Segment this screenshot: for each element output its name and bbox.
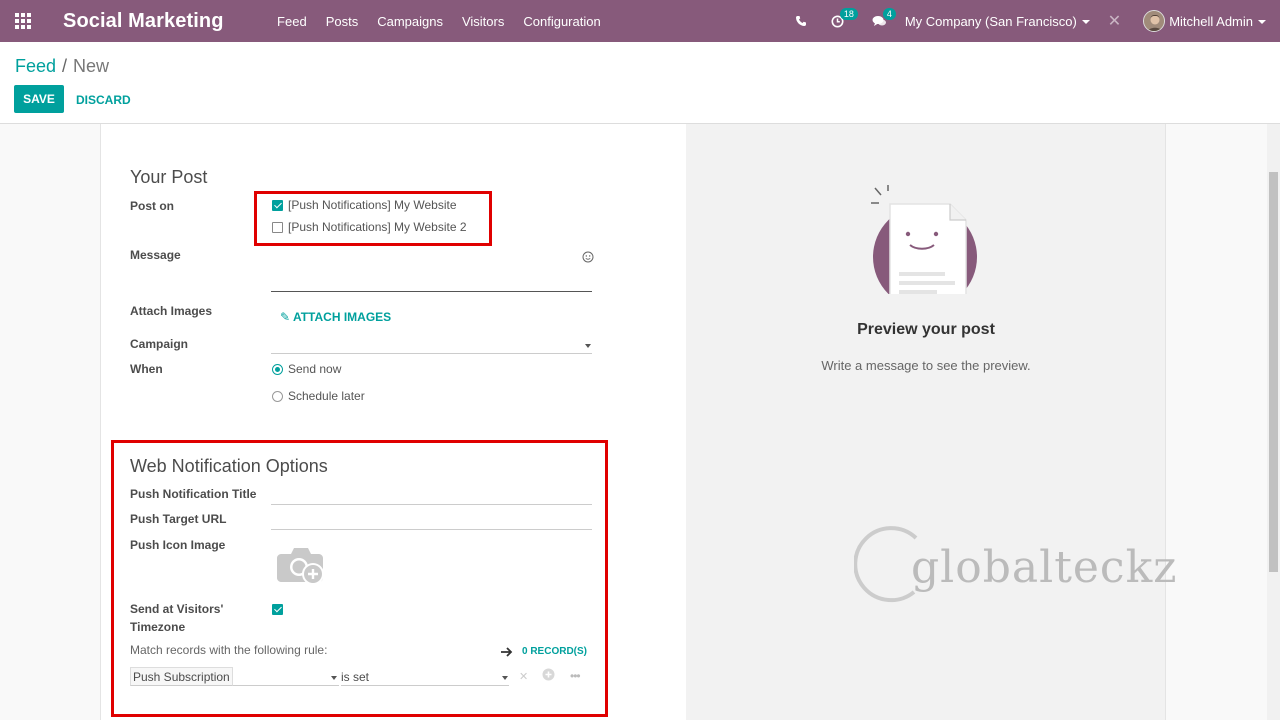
delete-rule-icon[interactable]: ✕ bbox=[519, 670, 528, 683]
push-title-label: Push Notification Title bbox=[130, 487, 257, 501]
schedule-later-label: Schedule later bbox=[288, 389, 365, 403]
menu-item-campaigns[interactable]: Campaigns bbox=[368, 14, 453, 29]
watermark-text: globalteckz bbox=[911, 542, 1178, 593]
push-icon-label: Push Icon Image bbox=[130, 538, 226, 552]
menu-item-posts[interactable]: Posts bbox=[316, 14, 368, 29]
when-label: When bbox=[130, 362, 163, 376]
push-url-label: Push Target URL bbox=[130, 512, 227, 526]
chevron-down-icon bbox=[585, 344, 591, 348]
navbar-systray: 18 4 My Company (San Francisco) ✕ Mitche… bbox=[783, 0, 1280, 42]
main-menu: Feed Posts Campaigns Visitors Configurat… bbox=[268, 14, 611, 29]
campaign-select[interactable] bbox=[271, 336, 592, 354]
message-textarea[interactable] bbox=[271, 244, 592, 292]
rule-operator-select[interactable]: is set bbox=[341, 670, 509, 686]
your-post-title: Your Post bbox=[130, 167, 208, 187]
timezone-label-line1: Send at Visitors' bbox=[130, 602, 224, 616]
arrow-right-icon bbox=[501, 645, 513, 660]
account-checkbox-2[interactable] bbox=[272, 222, 283, 233]
add-rule-icon[interactable] bbox=[542, 668, 555, 684]
menu-item-configuration[interactable]: Configuration bbox=[514, 14, 610, 29]
post-on-label: Post on bbox=[130, 199, 174, 213]
preview-title: Preview your post bbox=[857, 321, 995, 338]
preview-panel: Preview your post Write a message to see… bbox=[686, 124, 1176, 720]
send-now-radio[interactable] bbox=[272, 364, 283, 375]
rule-operator-value: is set bbox=[341, 670, 370, 684]
app-title: Social Marketing bbox=[63, 9, 224, 32]
message-label: Message bbox=[130, 248, 181, 262]
timezone-label-line2: Timezone bbox=[130, 620, 186, 634]
preview-subtitle: Write a message to see the preview. bbox=[821, 358, 1031, 373]
breadcrumb-separator: / bbox=[62, 56, 68, 76]
discard-button[interactable]: DISCARD bbox=[76, 93, 131, 107]
rule-field-dropdown-track bbox=[233, 670, 339, 686]
push-url-input[interactable] bbox=[271, 513, 592, 530]
campaign-label: Campaign bbox=[130, 337, 189, 351]
page-scrollbar[interactable] bbox=[1267, 124, 1280, 720]
push-title-input[interactable] bbox=[271, 488, 592, 505]
attach-images-button[interactable]: ✎ ATTACH IMAGES bbox=[280, 310, 391, 324]
more-options-icon[interactable]: ••• bbox=[570, 669, 581, 683]
records-count-link[interactable]: 0 RECORD(S) bbox=[522, 646, 587, 657]
scrollbar-thumb[interactable] bbox=[1269, 172, 1278, 572]
avatar[interactable] bbox=[1143, 10, 1166, 32]
account-checkbox-1[interactable] bbox=[272, 200, 283, 211]
phone-icon[interactable] bbox=[795, 15, 807, 27]
account-label-1: [Push Notifications] My Website bbox=[288, 198, 457, 212]
menu-item-visitors[interactable]: Visitors bbox=[452, 14, 513, 29]
chevron-down-icon bbox=[502, 676, 508, 680]
breadcrumb-feed-link[interactable]: Feed bbox=[15, 56, 56, 76]
messages-badge: 4 bbox=[882, 7, 896, 20]
chevron-down-icon bbox=[1081, 20, 1090, 25]
attach-images-label: Attach Images bbox=[130, 304, 213, 318]
match-rule-text: Match records with the following rule: bbox=[130, 643, 328, 657]
post-preview-illustration-icon bbox=[870, 184, 980, 319]
rule-field-select[interactable]: Push Subscription bbox=[130, 667, 233, 686]
user-name: Mitchell Admin bbox=[1169, 13, 1253, 29]
paperclip-icon: ✎ bbox=[280, 310, 291, 324]
web-notification-title: Web Notification Options bbox=[130, 456, 328, 476]
chevron-down-icon bbox=[331, 676, 337, 680]
schedule-later-radio[interactable] bbox=[272, 391, 283, 402]
emoji-icon[interactable] bbox=[582, 251, 594, 266]
menu-item-feed[interactable]: Feed bbox=[268, 14, 317, 29]
rule-field-value: Push Subscription bbox=[133, 670, 230, 684]
company-name: My Company (San Francisco) bbox=[904, 13, 1077, 29]
messages-icon[interactable]: 4 bbox=[872, 7, 896, 28]
send-now-label: Send now bbox=[288, 362, 342, 376]
breadcrumb: Feed / New bbox=[15, 56, 109, 77]
apps-menu-icon[interactable] bbox=[0, 0, 46, 42]
user-menu[interactable]: Mitchell Admin bbox=[1169, 14, 1266, 29]
company-switcher[interactable]: My Company (San Francisco) bbox=[905, 14, 1090, 29]
attach-images-button-label: ATTACH IMAGES bbox=[292, 310, 392, 324]
camera-plus-icon[interactable] bbox=[277, 544, 327, 589]
account-label-2: [Push Notifications] My Website 2 bbox=[288, 220, 467, 234]
activity-clock-icon[interactable]: 18 bbox=[831, 7, 858, 28]
timezone-checkbox[interactable] bbox=[272, 604, 283, 615]
activity-badge: 18 bbox=[839, 7, 858, 20]
chevron-down-icon bbox=[1258, 20, 1266, 25]
form-sheet: Your Post Post on [Push Notifications] M… bbox=[100, 124, 686, 720]
top-navbar: Social Marketing Feed Posts Campaigns Vi… bbox=[0, 0, 1280, 42]
close-icon[interactable]: ✕ bbox=[1108, 11, 1121, 31]
save-button[interactable]: SAVE bbox=[14, 85, 64, 113]
control-panel: Feed / New SAVE DISCARD bbox=[0, 42, 1280, 124]
breadcrumb-current: New bbox=[73, 56, 110, 76]
